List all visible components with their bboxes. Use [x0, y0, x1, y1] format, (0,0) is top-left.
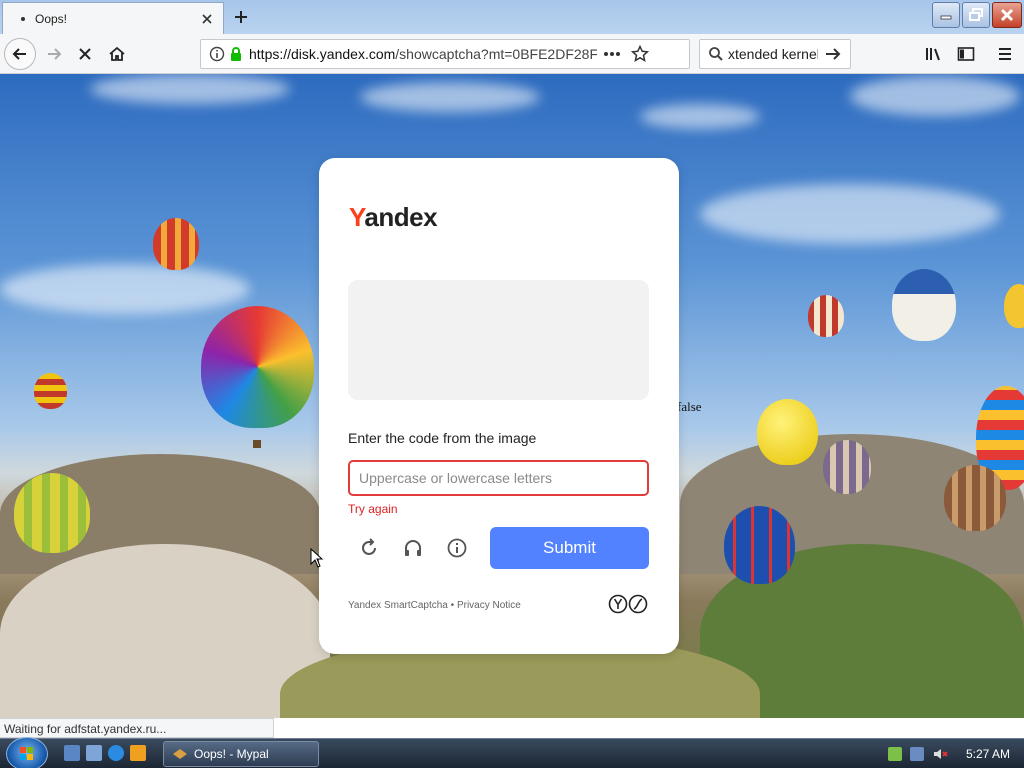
menu-button[interactable]: [989, 38, 1021, 70]
internet-explorer-icon[interactable]: [108, 745, 124, 761]
captcha-footer: Yandex SmartCaptcha • Privacy Notice: [348, 600, 521, 611]
captcha-card: Yandex Enter the code from the image Try…: [319, 158, 679, 654]
submit-button[interactable]: Submit: [490, 527, 649, 569]
restore-button[interactable]: [962, 2, 990, 28]
loading-dot-icon: [21, 16, 25, 21]
url-text[interactable]: https://disk.yandex.com/showcaptcha?mt=0…: [249, 46, 597, 62]
mouse-cursor-icon: [310, 548, 324, 568]
quick-launch: [64, 745, 146, 761]
stray-text: false: [677, 399, 702, 414]
info-circle-icon: [447, 538, 467, 558]
display-icon[interactable]: [909, 747, 924, 761]
audio-button[interactable]: [401, 536, 425, 560]
cloud: [700, 184, 1000, 244]
minimize-button[interactable]: [932, 2, 960, 28]
tab-strip: Oops!: [0, 0, 1024, 34]
taskbar-item-label: Oops! - Mypal: [194, 747, 269, 761]
start-button[interactable]: [6, 737, 48, 768]
new-tab-button[interactable]: [229, 5, 253, 29]
captcha-image: [348, 280, 649, 400]
network-icon[interactable]: [887, 747, 902, 761]
yandex-logo: Yandex: [349, 202, 438, 232]
hot-air-balloon: [201, 306, 314, 428]
search-bar[interactable]: xtended kernel: [699, 39, 851, 69]
cloud: [90, 74, 290, 104]
hot-air-balloon: [808, 295, 844, 337]
status-bar: Waiting for adfstat.yandex.ru...: [0, 718, 274, 738]
hot-air-balloon: [823, 440, 871, 494]
show-desktop-icon[interactable]: [64, 745, 80, 761]
url-bar[interactable]: https://disk.yandex.com/showcaptcha?mt=0…: [200, 39, 690, 69]
smartcaptcha-logo-icon: [608, 594, 650, 614]
cloud: [0, 264, 250, 314]
tab-title: Oops!: [35, 11, 68, 26]
hot-air-balloon: [1004, 284, 1024, 328]
mypal-app-icon: [173, 749, 187, 759]
refresh-icon: [362, 538, 376, 555]
navigation-bar: https://disk.yandex.com/showcaptcha?mt=0…: [0, 34, 1024, 74]
window-close-button[interactable]: [992, 2, 1022, 28]
bookmark-star-icon[interactable]: [631, 45, 649, 63]
taskbar-item-mypal[interactable]: Oops! - Mypal: [163, 741, 319, 767]
hot-air-balloon: [34, 373, 67, 409]
library-button[interactable]: [918, 38, 950, 70]
captcha-code-input[interactable]: [348, 460, 649, 496]
error-message: Try again: [348, 502, 398, 516]
footer-separator: •: [447, 600, 457, 611]
hot-air-balloon: [14, 473, 90, 553]
stop-button[interactable]: [69, 38, 101, 70]
cloud: [360, 82, 540, 112]
hot-air-balloon: [724, 506, 795, 584]
sidebar-button[interactable]: [950, 38, 982, 70]
cloud: [640, 104, 760, 129]
search-go-icon[interactable]: [824, 46, 842, 62]
balloon-basket: [253, 440, 261, 448]
back-button[interactable]: [4, 38, 36, 70]
volume-muted-icon[interactable]: [932, 746, 948, 762]
explorer-icon[interactable]: [86, 745, 102, 761]
home-button[interactable]: [101, 38, 133, 70]
tab-oops[interactable]: Oops!: [2, 2, 224, 34]
page-actions-icon[interactable]: [603, 51, 621, 57]
page-background: false Yandex Enter the code from the ima…: [0, 74, 1024, 718]
info-icon[interactable]: [209, 46, 225, 62]
search-icon: [708, 46, 724, 62]
taskbar: Oops! - Mypal 5:27 AM: [0, 737, 1024, 768]
clock: 5:27 AM: [965, 747, 1010, 761]
captcha-actions: [357, 536, 469, 560]
lock-icon[interactable]: [229, 46, 243, 62]
privacy-notice-link[interactable]: Privacy Notice: [457, 600, 521, 611]
headphones-icon: [405, 540, 421, 556]
hot-air-balloon: [153, 218, 199, 270]
hot-air-balloon: [892, 269, 956, 341]
forward-button[interactable]: [38, 38, 70, 70]
footer-brand: Yandex SmartCaptcha: [348, 600, 448, 611]
window-controls: [932, 2, 1022, 28]
info-button[interactable]: [445, 536, 469, 560]
hot-air-balloon: [757, 399, 818, 465]
tab-close-icon[interactable]: [197, 9, 217, 29]
cloud: [850, 76, 1020, 116]
media-player-icon[interactable]: [130, 745, 146, 761]
search-query[interactable]: xtended kernel: [728, 46, 818, 62]
captcha-prompt: Enter the code from the image: [348, 430, 537, 446]
refresh-button[interactable]: [357, 536, 381, 560]
hot-air-balloon: [944, 465, 1006, 531]
system-tray: 5:27 AM: [887, 746, 1010, 762]
windows-logo-icon: [20, 747, 33, 760]
